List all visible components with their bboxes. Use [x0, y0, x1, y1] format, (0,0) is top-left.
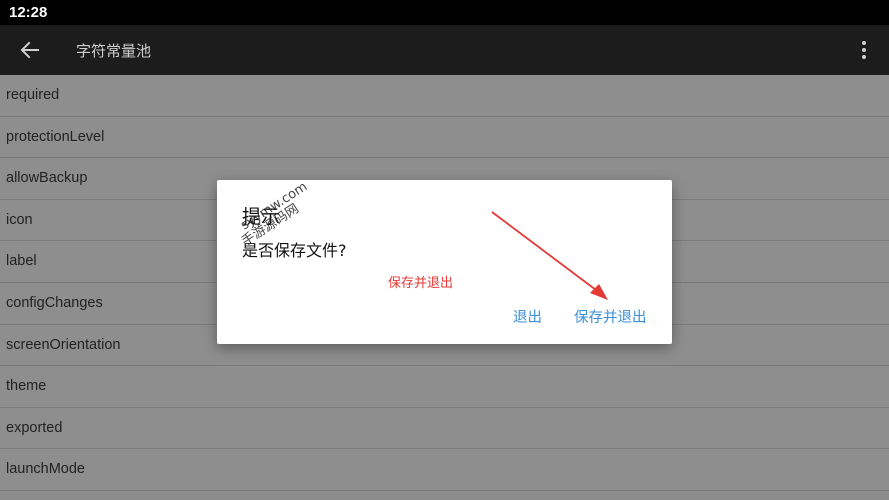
save-prompt-dialog: 提示 是否保存文件? 保存并退出 退出 保存并退出 — [217, 180, 672, 344]
dialog-title: 提示 — [242, 206, 281, 228]
back-button[interactable] — [0, 25, 60, 75]
more-vertical-icon — [862, 41, 866, 59]
list-item[interactable]: protectionLevel — [0, 116, 889, 159]
list-item[interactable]: theme — [0, 366, 889, 408]
list-item[interactable]: launchMode — [0, 449, 889, 491]
page-title: 字符常量池 — [76, 41, 152, 60]
list-item[interactable]: exported — [0, 407, 889, 450]
exit-button[interactable]: 退出 — [513, 306, 542, 327]
status-time: 12:28 — [9, 4, 48, 21]
android-screen: 12:28 字符常量池 required protectionLevel all… — [0, 0, 889, 500]
list-item[interactable]: required — [0, 75, 889, 117]
overflow-menu-button[interactable] — [839, 25, 889, 75]
dialog-message: 是否保存文件? — [242, 241, 347, 260]
arrow-left-icon — [20, 41, 39, 59]
status-bar: 12:28 — [0, 0, 889, 25]
annotation-label: 保存并退出 — [388, 276, 454, 291]
save-and-exit-button[interactable]: 保存并退出 — [574, 306, 647, 327]
app-bar: 字符常量池 — [0, 25, 889, 75]
